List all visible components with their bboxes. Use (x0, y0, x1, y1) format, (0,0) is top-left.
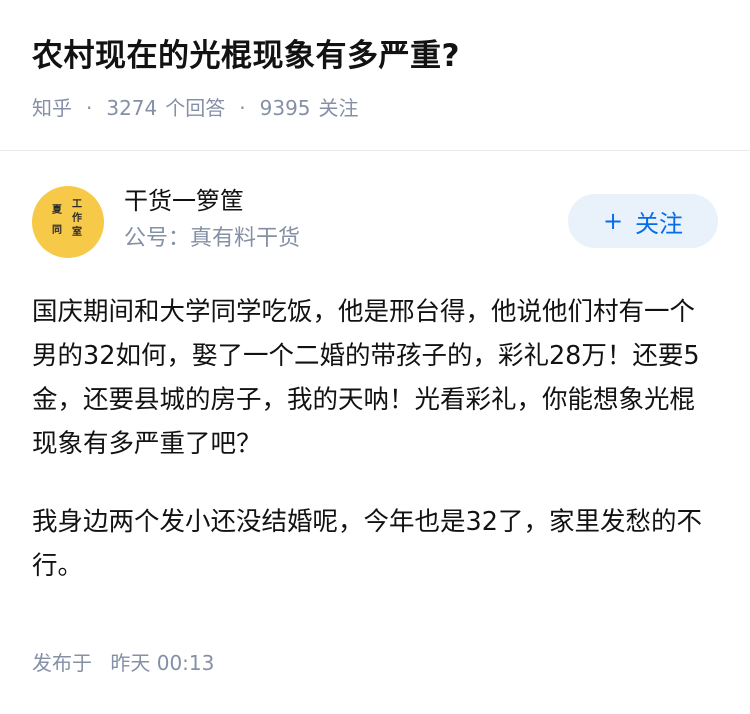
avatar-char: 工 (72, 199, 82, 210)
avatar-char: 作 (72, 213, 82, 224)
published-label: 发布于 (32, 651, 92, 675)
answer-content: 国庆期间和大学同学吃饭，他是邢台得，他说他们村有一个男的32如何，娶了一个二婚的… (32, 290, 718, 588)
meta-separator-2: · (239, 96, 246, 120)
follow-button[interactable]: + 关注 (568, 194, 718, 248)
follow-label: 关注 (635, 209, 684, 238)
answer-paragraph: 我身边两个发小还没结婚呢，今年也是32了，家里发愁的不行。 (32, 507, 702, 581)
followers-label: 关注 (318, 96, 359, 120)
meta-separator: · (86, 96, 93, 120)
answers-count: 3274 (106, 96, 158, 120)
author-name[interactable]: 干货一箩筐 (124, 184, 244, 218)
publish-info: 发布于 昨天 00:13 (32, 648, 214, 678)
question-meta: 知乎 · 3274 个回答 · 9395 关注 (32, 94, 718, 122)
avatar-char: 夏 (52, 205, 62, 216)
avatar[interactable]: 夏 工 作 同 室 (32, 186, 104, 258)
answers-label: 个回答 (165, 96, 226, 120)
source-label[interactable]: 知乎 (32, 94, 72, 122)
answer-page: 农村现在的光棍现象有多严重? 知乎 · 3274 个回答 · 9395 关注 夏… (0, 0, 750, 714)
followers-count: 9395 (259, 96, 311, 120)
author-description: 公号：真有料干货 (124, 226, 301, 251)
avatar-char: 室 (72, 227, 82, 238)
plus-icon: + (602, 207, 624, 235)
author-row: 夏 工 作 同 室 干货一箩筐 公号：真有料干货 + 关注 (32, 184, 718, 260)
avatar-char: 同 (52, 225, 62, 236)
question-header: 农村现在的光棍现象有多严重? 知乎 · 3274 个回答 · 9395 关注 (0, 0, 750, 120)
published-time: 昨天 00:13 (110, 651, 215, 675)
answer-paragraph: 国庆期间和大学同学吃饭，他是邢台得，他说他们村有一个男的32如何，娶了一个二婚的… (32, 297, 700, 459)
question-title[interactable]: 农村现在的光棍现象有多严重? (32, 34, 718, 78)
header-divider (0, 150, 750, 151)
